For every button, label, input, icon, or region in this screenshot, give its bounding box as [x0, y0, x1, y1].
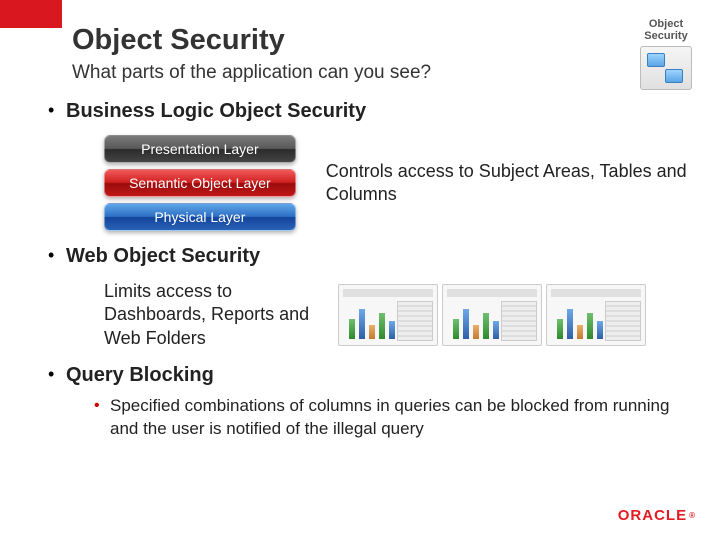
section-2-description: Limits access to Dashboards, Reports and…	[104, 280, 314, 350]
section-heading: Query Blocking	[66, 364, 690, 387]
layer-physical: Physical Layer	[104, 203, 296, 231]
section-heading: Web Object Security	[66, 245, 690, 268]
object-security-icon	[640, 46, 692, 90]
slide-subtitle: What parts of the application can you se…	[72, 62, 431, 84]
oracle-logo-text: ORACLE	[618, 507, 687, 524]
query-blocking-detail: Specified combinations of columns in que…	[94, 395, 690, 441]
dashboard-thumb	[546, 284, 646, 346]
dashboard-thumbnails	[338, 284, 646, 346]
section-heading: Business Logic Object Security	[66, 100, 690, 123]
dashboard-thumb	[442, 284, 542, 346]
corner-icon-label-2: Security	[644, 30, 687, 42]
slide-title: Object Security	[72, 24, 285, 57]
dashboard-thumb	[338, 284, 438, 346]
section-business-logic: Business Logic Object Security Presentat…	[48, 100, 690, 231]
object-security-corner-icon: Object Security	[630, 18, 702, 90]
layer-presentation: Presentation Layer	[104, 135, 296, 163]
oracle-logo: ORACLE®	[618, 507, 696, 524]
corner-icon-label-1: Object	[649, 18, 683, 30]
layer-stack: Presentation Layer Semantic Object Layer…	[104, 135, 296, 231]
section-web-object: Web Object Security Limits access to Das…	[48, 245, 690, 350]
layer-semantic: Semantic Object Layer	[104, 169, 296, 197]
section-query-blocking: Query Blocking Specified combinations of…	[48, 364, 690, 441]
slide-accent-block	[0, 0, 62, 28]
section-1-description: Controls access to Subject Areas, Tables…	[326, 160, 690, 207]
